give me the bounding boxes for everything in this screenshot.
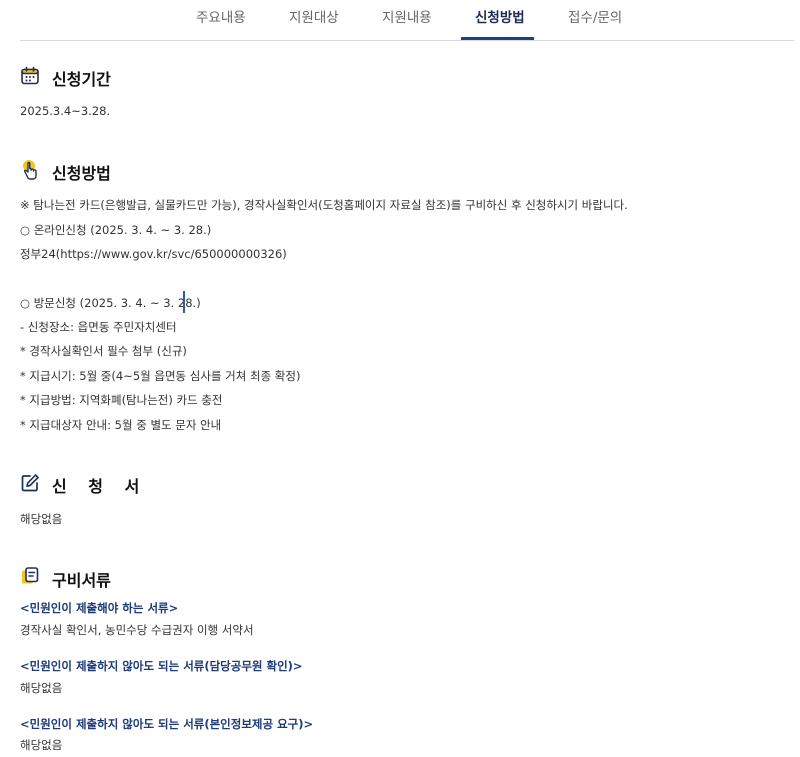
tab-eligibility[interactable]: 지원대상 bbox=[289, 6, 339, 26]
gov24-link[interactable]: 정부24(https://www.gov.kr/svc/650000000326… bbox=[20, 246, 287, 262]
tabs-divider bbox=[20, 40, 794, 41]
form-text: 해당없음 bbox=[20, 512, 63, 526]
period-title: 신청기간 bbox=[52, 70, 111, 89]
method-notice: ※ 탐나는전 카드(은행발급, 실물카드만 가능), 경작사실확인서(도청홈페이… bbox=[20, 198, 628, 212]
edit-icon bbox=[20, 473, 40, 493]
tab-main-content[interactable]: 주요내용 bbox=[196, 6, 246, 26]
calendar-icon bbox=[20, 66, 40, 86]
payment-timing: * 지급시기: 5월 중(4~5월 읍면동 심사를 거쳐 최종 확정) bbox=[20, 369, 301, 383]
text-cursor bbox=[183, 291, 185, 313]
page: 주요내용 지원대상 지원내용 신청방법 접수/문의 신청기간 2025.3.4~… bbox=[0, 0, 800, 757]
tab-contact[interactable]: 접수/문의 bbox=[568, 6, 622, 26]
online-application: ○ 온라인신청 (2025. 3. 4. ~ 3. 28.) bbox=[20, 223, 212, 237]
recipient-notice: * 지급대상자 안내: 5월 중 별도 문자 안내 bbox=[20, 418, 222, 432]
period-text: 2025.3.4~3.28. bbox=[20, 104, 111, 118]
visit-application: ○ 방문신청 (2025. 3. 4. ~ 3. 28.) bbox=[20, 296, 201, 310]
required-attachment: * 경작사실확인서 필수 첨부 (신규) bbox=[20, 344, 187, 358]
hand-pointer-icon bbox=[20, 159, 40, 180]
docs-required-heading: <민원인이 제출해야 하는 서류> bbox=[20, 601, 179, 615]
docs-consent-text: 해당없음 bbox=[20, 738, 63, 752]
tab-application-method[interactable]: 신청방법 bbox=[475, 6, 525, 26]
tab-bar: 주요내용 지원대상 지원내용 신청방법 접수/문의 bbox=[0, 0, 800, 41]
docs-consent-heading: <민원인이 제출하지 않아도 되는 서류(본인정보제공 요구)> bbox=[20, 717, 314, 731]
docs-official-check-text: 해당없음 bbox=[20, 681, 63, 695]
application-place: - 신청장소: 읍면동 주민자치센터 bbox=[20, 320, 177, 334]
method-title: 신청방법 bbox=[52, 164, 111, 183]
form-title: 신 청 서 bbox=[52, 477, 148, 496]
documents-title: 구비서류 bbox=[52, 571, 111, 590]
tab-support-details[interactable]: 지원내용 bbox=[382, 6, 432, 26]
docs-official-check-heading: <민원인이 제출하지 않아도 되는 서류(담당공무원 확인)> bbox=[20, 659, 303, 673]
docs-required-text: 경작사실 확인서, 농민수당 수급권자 이행 서약서 bbox=[20, 623, 254, 637]
payment-method: * 지급방법: 지역화폐(탐나는전) 카드 충전 bbox=[20, 393, 223, 407]
documents-icon bbox=[20, 566, 40, 586]
